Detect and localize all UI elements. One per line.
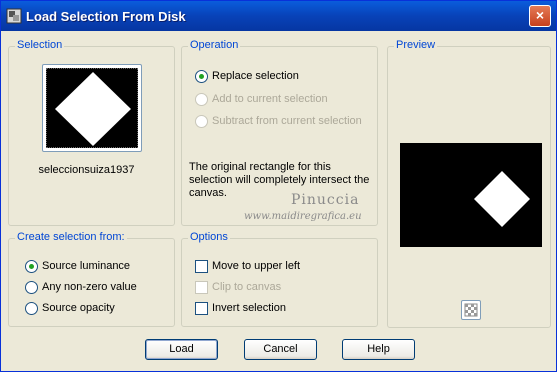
operation-group-title: Operation xyxy=(188,39,241,51)
checkerboard-icon xyxy=(464,303,478,317)
radio-source-luminance[interactable]: Source luminance xyxy=(25,259,130,273)
radio-any-non-zero[interactable]: Any non-zero value xyxy=(25,280,137,294)
transparency-toggle-button[interactable] xyxy=(461,300,481,320)
radio-source-opacity[interactable]: Source opacity xyxy=(25,301,115,315)
checkbox-clip-to-canvas-box xyxy=(195,280,208,294)
radio-source-opacity-label: Source opacity xyxy=(42,302,115,314)
radio-add-to-selection-label: Add to current selection xyxy=(212,93,328,105)
radio-replace-selection-indicator[interactable] xyxy=(195,69,208,83)
radio-source-luminance-indicator[interactable] xyxy=(25,259,38,273)
selection-thumbnail-image xyxy=(46,68,138,148)
selection-group: Selection seleccionsuiza1937 xyxy=(8,39,175,226)
create-from-group: Create selection from: Source luminance … xyxy=(8,231,175,327)
radio-replace-selection[interactable]: Replace selection xyxy=(195,69,299,83)
load-selection-dialog: Load Selection From Disk × Selection sel… xyxy=(0,0,557,372)
radio-source-opacity-indicator[interactable] xyxy=(25,301,38,315)
options-group: Options Move to upper left Clip to canva… xyxy=(181,231,378,327)
checkbox-clip-to-canvas-label: Clip to canvas xyxy=(212,281,282,293)
checkbox-move-to-upper-left-box[interactable] xyxy=(195,259,208,273)
cancel-button[interactable]: Cancel xyxy=(244,339,317,360)
selection-group-title: Selection xyxy=(15,39,65,51)
watermark-title: Pinuccia xyxy=(291,192,360,208)
radio-replace-selection-label: Replace selection xyxy=(212,70,299,82)
radio-add-to-selection-indicator xyxy=(195,92,208,106)
watermark-url: www.maidiregrafica.eu xyxy=(244,211,362,222)
radio-any-non-zero-label: Any non-zero value xyxy=(42,281,137,293)
radio-subtract-from-selection-indicator xyxy=(195,114,208,128)
checkbox-move-to-upper-left-label: Move to upper left xyxy=(212,260,301,272)
checkbox-clip-to-canvas: Clip to canvas xyxy=(195,280,281,294)
close-button[interactable]: × xyxy=(529,5,551,27)
app-icon xyxy=(6,8,22,24)
radio-add-to-selection: Add to current selection xyxy=(195,92,328,106)
preview-group: Preview xyxy=(387,39,551,328)
checkbox-invert-selection[interactable]: Invert selection xyxy=(195,301,286,315)
selection-thumbnail[interactable] xyxy=(42,64,142,152)
title-bar[interactable]: Load Selection From Disk × xyxy=(1,1,556,31)
preview-canvas xyxy=(400,143,542,247)
close-icon: × xyxy=(535,7,545,23)
window-title: Load Selection From Disk xyxy=(26,9,186,24)
radio-source-luminance-label: Source luminance xyxy=(42,260,131,272)
load-button[interactable]: Load xyxy=(145,339,218,360)
create-from-group-title: Create selection from: xyxy=(15,231,127,243)
checkbox-move-to-upper-left[interactable]: Move to upper left xyxy=(195,259,300,273)
radio-subtract-from-selection: Subtract from current selection xyxy=(195,114,362,128)
radio-any-non-zero-indicator[interactable] xyxy=(25,280,38,294)
options-group-title: Options xyxy=(188,231,230,243)
checkbox-invert-selection-label: Invert selection xyxy=(212,302,286,314)
selection-name: seleccionsuiza1937 xyxy=(38,164,135,176)
checkbox-invert-selection-box[interactable] xyxy=(195,301,208,315)
radio-subtract-from-selection-label: Subtract from current selection xyxy=(212,115,362,127)
help-button[interactable]: Help xyxy=(342,339,415,360)
preview-group-title: Preview xyxy=(394,39,438,51)
